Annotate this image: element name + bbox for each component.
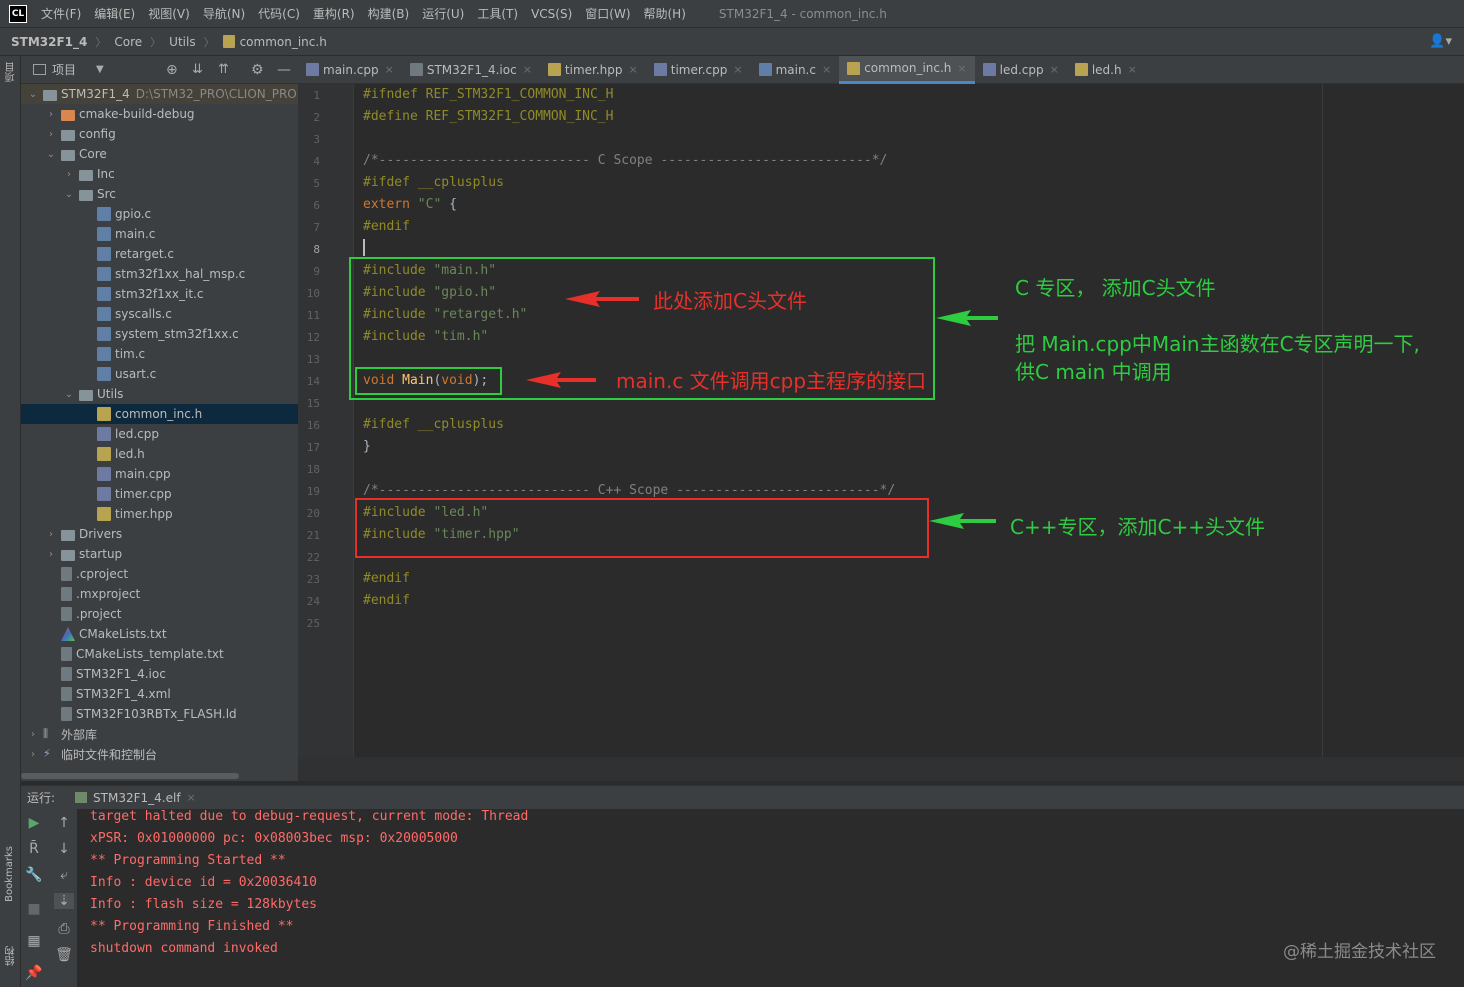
rerun-failed-icon[interactable]: R̄ <box>24 841 44 857</box>
c-zone-desc-line1: 把 Main.cpp中Main主函数在C专区声明一下, <box>1015 332 1420 356</box>
stop-icon[interactable]: ■ <box>24 901 44 917</box>
watermark: @稀土掘金技术社区 <box>1283 942 1436 962</box>
c-zone-desc-line2: 供C main 中调用 <box>1015 360 1172 384</box>
arrow-down-icon[interactable]: ↓ <box>54 841 74 857</box>
console-line: ** Programming Finished ** <box>90 919 294 934</box>
run-config-tab[interactable]: STM32F1_4.elf <box>93 791 181 805</box>
arrow-c-zone <box>936 310 998 326</box>
run-panel-label: 运行: <box>27 791 56 805</box>
run-console-output[interactable]: target halted due to debug-request, curr… <box>77 809 1464 987</box>
run-panel-header: 运行: STM32F1_4.elf × <box>21 785 1464 809</box>
trash-icon[interactable]: 🗑 <box>54 947 74 963</box>
close-icon[interactable]: × <box>187 791 196 804</box>
c-zone-title: C 专区， 添加C头文件 <box>1015 276 1216 300</box>
cpp-zone-note: C++专区，添加C++头文件 <box>1010 515 1265 539</box>
rerun-icon[interactable]: ▶ <box>24 815 44 831</box>
print-icon[interactable]: ⎙ <box>54 921 74 937</box>
run-config-icon <box>75 792 88 803</box>
console-line: xPSR: 0x01000000 pc: 0x08003bec msp: 0x2… <box>90 831 458 846</box>
main-interface-note: main.c 文件调用cpp主程序的接口 <box>616 369 927 393</box>
scroll-to-end-icon[interactable]: ⇣ <box>54 893 74 909</box>
console-line: ** Programming Started ** <box>90 853 286 868</box>
console-line: Info : flash size = 128kbytes <box>90 897 317 912</box>
soft-wrap-icon[interactable]: ⤶ <box>54 867 74 883</box>
editor-bottom-bar <box>298 757 1464 781</box>
arrow-cpp-zone <box>929 513 996 529</box>
console-line: Info : device id = 0x20036410 <box>90 875 317 890</box>
wrench-icon[interactable]: 🔧 <box>24 867 44 883</box>
arrow-up-icon[interactable]: ↑ <box>54 815 74 831</box>
arrow-c-include <box>565 291 639 307</box>
layout-icon[interactable]: ▦ <box>24 933 44 949</box>
console-line: shutdown command invoked <box>90 941 278 956</box>
pin-icon[interactable]: 📌 <box>24 965 44 981</box>
console-line: target halted due to debug-request, curr… <box>90 809 529 824</box>
c-include-note: 此处添加C头文件 <box>653 289 807 313</box>
run-toolbar: ▶ R̄ 🔧 ■ ▦ 📌 ↑ ↓ ⤶ ⇣ ⎙ 🗑 <box>21 809 77 987</box>
arrow-main-decl <box>526 372 596 388</box>
